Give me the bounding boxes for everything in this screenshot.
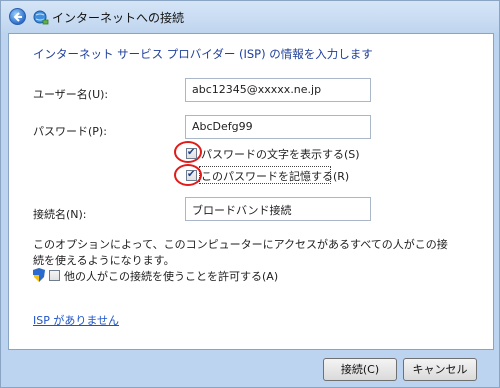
show-chars-checkbox[interactable]: ✔	[186, 147, 197, 159]
password-label: パスワード(P):	[33, 125, 107, 138]
connection-name-label: 接続名(N):	[33, 208, 87, 221]
uac-shield-icon	[33, 268, 45, 282]
back-arrow-icon	[13, 12, 22, 22]
username-label: ユーザー名(U):	[33, 88, 109, 101]
back-button[interactable]	[9, 8, 26, 25]
check-mark-icon: ✔	[187, 147, 196, 158]
check-mark-icon: ✔	[187, 169, 196, 180]
dialog-window: インターネットへの接続 インターネット サービス プロバイダー (ISP) の情…	[0, 0, 500, 388]
page-heading: インターネット サービス プロバイダー (ISP) の情報を入力します	[33, 47, 373, 61]
info-text: このオプションによって、このコンピューターにアクセスがあるすべての人がこの接続を…	[33, 238, 448, 267]
remember-password-label: このパスワードを記憶する(R)	[201, 170, 350, 183]
username-field[interactable]: abc12345@xxxxx.ne.jp	[185, 78, 371, 102]
content-panel: インターネット サービス プロバイダー (ISP) の情報を入力します ユーザー…	[8, 33, 494, 350]
connection-name-field[interactable]: ブロードバンド接続	[185, 197, 371, 221]
connect-button[interactable]: 接続(C)	[323, 358, 397, 381]
title-bar: インターネットへの接続	[1, 1, 499, 33]
allow-others-label: 他の人がこの接続を使うことを許可する(A)	[64, 270, 279, 283]
no-isp-link[interactable]: ISP がありません	[33, 312, 119, 328]
remember-password-checkbox[interactable]: ✔	[186, 169, 197, 181]
show-chars-label: パスワードの文字を表示する(S)	[201, 148, 360, 161]
password-field[interactable]: AbcDefg99	[185, 115, 371, 139]
cancel-button[interactable]: キャンセル	[403, 358, 477, 381]
window-title: インターネットへの接続	[52, 11, 185, 25]
allow-others-checkbox[interactable]	[49, 270, 60, 281]
network-globe-icon	[33, 10, 49, 25]
